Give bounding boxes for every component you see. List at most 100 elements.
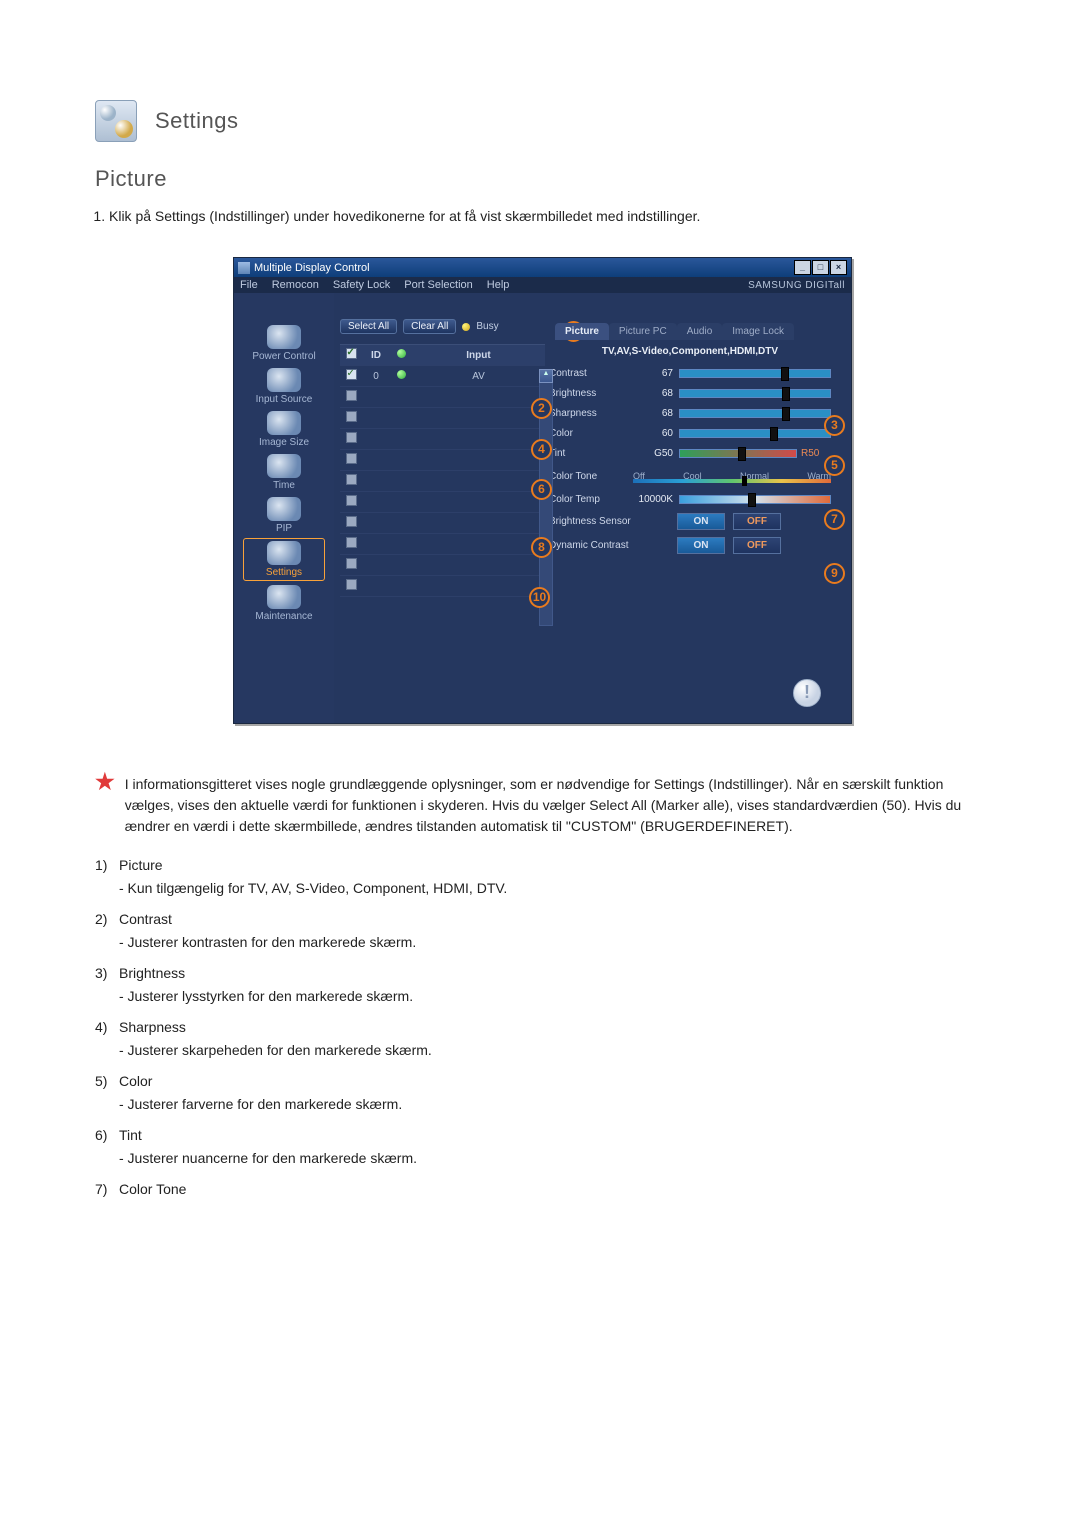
table-row[interactable] bbox=[340, 471, 545, 492]
row-checkbox[interactable] bbox=[346, 495, 357, 506]
menu-file[interactable]: File bbox=[240, 279, 258, 291]
dynamic-contrast-on[interactable]: ON bbox=[677, 537, 725, 554]
sidebar-item-time[interactable]: Time bbox=[244, 452, 324, 493]
menu-port-selection[interactable]: Port Selection bbox=[404, 279, 472, 291]
table-row[interactable] bbox=[340, 408, 545, 429]
row-checkbox[interactable] bbox=[346, 411, 357, 422]
desc-num: 3) bbox=[95, 963, 119, 1007]
sidebar-item-maintenance[interactable]: Maintenance bbox=[244, 583, 324, 624]
table-row[interactable] bbox=[340, 387, 545, 408]
close-button[interactable]: × bbox=[830, 260, 847, 275]
menu-safety-lock[interactable]: Safety Lock bbox=[333, 279, 390, 291]
sidebar-label: Power Control bbox=[244, 351, 324, 362]
row-checkbox[interactable] bbox=[346, 537, 357, 548]
row-checkbox[interactable] bbox=[346, 579, 357, 590]
table-row[interactable] bbox=[340, 450, 545, 471]
select-all-button[interactable]: Select All bbox=[340, 319, 397, 334]
sidebar-label: Settings bbox=[244, 567, 324, 578]
color-tone-label: Color Tone bbox=[549, 471, 633, 482]
row-checkbox[interactable] bbox=[346, 558, 357, 569]
power-icon bbox=[267, 325, 301, 349]
tab-audio[interactable]: Audio bbox=[677, 323, 723, 340]
intro-step-1: Klik på Settings (Indstillinger) under h… bbox=[109, 206, 990, 227]
color-label: Color bbox=[549, 428, 633, 439]
sidebar-item-pip[interactable]: PIP bbox=[244, 495, 324, 536]
table-row[interactable] bbox=[340, 534, 545, 555]
minimize-button[interactable]: _ bbox=[794, 260, 811, 275]
contrast-label: Contrast bbox=[549, 368, 633, 379]
callout-3: 3 bbox=[824, 415, 845, 436]
brightness-sensor-off[interactable]: OFF bbox=[733, 513, 781, 530]
color-temp-value: 10000K bbox=[633, 494, 679, 505]
menu-help[interactable]: Help bbox=[487, 279, 510, 291]
desc-num: 5) bbox=[95, 1071, 119, 1115]
row-checkbox[interactable] bbox=[346, 432, 357, 443]
scrollbar-up-button[interactable]: ▲ bbox=[539, 369, 553, 383]
row-checkbox[interactable] bbox=[346, 474, 357, 485]
row-checkbox[interactable] bbox=[346, 516, 357, 527]
busy-indicator-icon bbox=[462, 323, 470, 331]
sidebar-item-image-size[interactable]: Image Size bbox=[244, 409, 324, 450]
tab-image-lock[interactable]: Image Lock bbox=[722, 323, 794, 340]
desc-title: Color Tone bbox=[119, 1179, 990, 1200]
brightness-slider[interactable] bbox=[679, 389, 831, 398]
row-checkbox[interactable] bbox=[346, 453, 357, 464]
contrast-row: Contrast 67 bbox=[549, 363, 831, 383]
clear-all-button[interactable]: Clear All bbox=[403, 319, 456, 334]
table-row[interactable] bbox=[340, 429, 545, 450]
sidebar-label: Maintenance bbox=[244, 611, 324, 622]
sidebar-label: PIP bbox=[244, 523, 324, 534]
color-tone-selector[interactable]: Off Cool Normal Warm bbox=[633, 471, 831, 481]
warning-icon bbox=[793, 679, 821, 707]
row-checkbox[interactable] bbox=[346, 390, 357, 401]
brightness-value: 68 bbox=[633, 388, 679, 399]
brightness-sensor-on[interactable]: ON bbox=[677, 513, 725, 530]
table-row[interactable]: 0 AV bbox=[340, 366, 545, 387]
callout-8: 8 bbox=[531, 537, 552, 558]
desc-title: Color bbox=[119, 1071, 990, 1092]
row-checkbox[interactable] bbox=[346, 369, 357, 380]
brightness-sensor-row: Brightness Sensor ON OFF bbox=[549, 509, 831, 533]
table-header-row: ID Input bbox=[340, 345, 545, 366]
contrast-slider[interactable] bbox=[679, 369, 831, 378]
menubar: File Remocon Safety Lock Port Selection … bbox=[234, 277, 851, 293]
busy-label: Busy bbox=[476, 321, 498, 332]
sharpness-slider[interactable] bbox=[679, 409, 831, 418]
table-row[interactable] bbox=[340, 555, 545, 576]
status-icon bbox=[397, 370, 406, 379]
callout-9: 9 bbox=[824, 563, 845, 584]
settings-panel: ▲ 1 Picture Picture PC Audio Image Lock … bbox=[549, 293, 851, 723]
table-row[interactable] bbox=[340, 513, 545, 534]
sidebar-item-power-control[interactable]: Power Control bbox=[244, 323, 324, 364]
desc-num: 4) bbox=[95, 1017, 119, 1061]
star-icon: ★ bbox=[95, 774, 115, 837]
tab-picture[interactable]: Picture bbox=[555, 323, 609, 340]
settings-icon bbox=[267, 541, 301, 565]
dynamic-contrast-off[interactable]: OFF bbox=[733, 537, 781, 554]
table-row[interactable] bbox=[340, 492, 545, 513]
callout-6: 6 bbox=[531, 479, 552, 500]
color-temp-slider[interactable] bbox=[679, 495, 831, 504]
desc-sub: - Justerer farverne for den markerede sk… bbox=[119, 1094, 990, 1115]
tint-slider[interactable] bbox=[679, 449, 797, 458]
sidebar-item-settings[interactable]: Settings bbox=[243, 538, 325, 581]
brightness-row: Brightness 68 bbox=[549, 383, 831, 403]
row-id: 0 bbox=[362, 371, 390, 382]
color-slider[interactable] bbox=[679, 429, 831, 438]
sidebar-label: Input Source bbox=[244, 394, 324, 405]
desc-num: 6) bbox=[95, 1125, 119, 1169]
menu-remocon[interactable]: Remocon bbox=[272, 279, 319, 291]
color-value: 60 bbox=[633, 428, 679, 439]
table-row[interactable] bbox=[340, 576, 545, 597]
maximize-button[interactable]: □ bbox=[812, 260, 829, 275]
header-checkbox[interactable] bbox=[346, 348, 357, 359]
dynamic-contrast-label: Dynamic Contrast bbox=[549, 540, 669, 551]
time-icon bbox=[267, 454, 301, 478]
display-table: ID Input 0 AV bbox=[340, 344, 545, 597]
tab-picture-pc[interactable]: Picture PC bbox=[609, 323, 677, 340]
sidebar-item-input-source[interactable]: Input Source bbox=[244, 366, 324, 407]
brand-label: SAMSUNG DIGITall bbox=[748, 280, 845, 291]
color-row: Color 60 bbox=[549, 423, 831, 443]
status-icon bbox=[397, 349, 406, 358]
sidebar: Power Control Input Source Image Size Ti… bbox=[234, 293, 334, 723]
